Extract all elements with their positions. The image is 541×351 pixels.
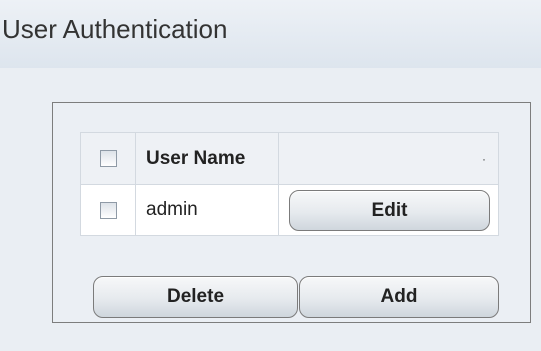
action-column-header: · xyxy=(278,132,499,185)
header-mark: · xyxy=(482,151,486,166)
table-header-row: User Name · xyxy=(80,132,499,185)
select-all-cell xyxy=(80,132,136,185)
select-all-checkbox[interactable] xyxy=(99,150,117,167)
page-header: User Authentication xyxy=(0,0,541,68)
edit-button[interactable]: Edit xyxy=(289,190,490,231)
row-select-cell xyxy=(80,184,136,236)
page-title: User Authentication xyxy=(2,14,228,44)
delete-button[interactable]: Delete xyxy=(93,276,298,318)
user-name-column-header: User Name xyxy=(135,132,279,185)
user-name-cell: admin xyxy=(135,184,279,236)
add-button[interactable]: Add xyxy=(299,276,499,318)
row-checkbox-admin[interactable] xyxy=(99,201,117,219)
